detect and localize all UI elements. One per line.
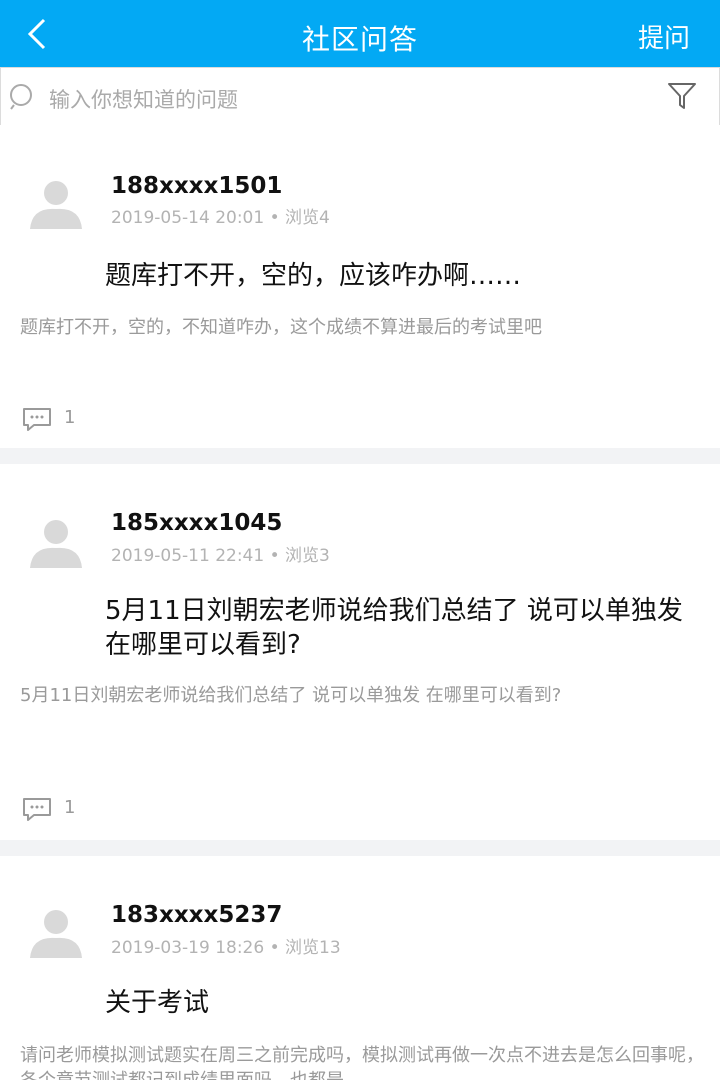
question-title[interactable]: 关于考试 (105, 986, 705, 1020)
avatar-icon (30, 181, 82, 229)
question-title[interactable]: 5月11日刘朝宏老师说给我们总结了 说可以单独发 在哪里可以看到? (105, 594, 705, 662)
post-date: 2019-03-19 18:26 (111, 938, 265, 958)
view-count: 浏览3 (285, 546, 330, 566)
avatar-icon (30, 520, 82, 568)
question-card[interactable]: 185xxxx1045 2019-05-11 22:41 • 浏览3 5月11日… (0, 464, 720, 840)
filter-icon[interactable] (667, 81, 697, 111)
divider (0, 448, 720, 464)
ask-button[interactable]: 提问 (638, 18, 690, 55)
top-bar: 社区问答 提问 (0, 0, 720, 67)
search-icon (10, 84, 32, 110)
comment-count: 1 (64, 407, 76, 428)
question-body: 5月11日刘朝宏老师说给我们总结了 说可以单独发 在哪里可以看到? (20, 685, 562, 706)
user-name: 183xxxx5237 (111, 902, 283, 928)
question-title[interactable]: 题库打不开，空的，应该咋办啊…… (105, 259, 705, 293)
question-body: 请问老师模拟测试题实在周三之前完成吗，模拟测试再做一次点不进去是怎么回事呢，各个… (20, 1045, 704, 1080)
post-meta: 2019-05-14 20:01 • 浏览4 (111, 208, 330, 228)
post-date: 2019-05-11 22:41 (111, 546, 265, 566)
comment-count: 1 (64, 797, 76, 818)
question-card[interactable]: 183xxxx5237 2019-03-19 18:26 • 浏览13 关于考试… (0, 856, 720, 1080)
post-meta: 2019-05-11 22:41 • 浏览3 (111, 546, 330, 566)
comment-icon[interactable] (22, 797, 52, 821)
question-card[interactable]: 188xxxx1501 2019-05-14 20:01 • 浏览4 题库打不开… (0, 125, 720, 448)
user-name: 188xxxx1501 (111, 173, 283, 199)
question-body: 题库打不开，空的，不知道咋办，这个成绩不算进最后的考试里吧 (20, 317, 542, 338)
comment-icon[interactable] (22, 407, 52, 431)
avatar-icon (30, 910, 82, 958)
search-input[interactable]: 输入你想知道的问题 (49, 84, 238, 114)
search-bar[interactable]: 输入你想知道的问题 (0, 67, 720, 126)
post-meta: 2019-03-19 18:26 • 浏览13 (111, 938, 341, 958)
divider (0, 840, 720, 856)
page-title: 社区问答 (301, 23, 418, 56)
view-count: 浏览4 (285, 208, 330, 228)
user-name: 185xxxx1045 (111, 510, 283, 536)
post-date: 2019-05-14 20:01 (111, 208, 265, 228)
view-count: 浏览13 (285, 938, 341, 958)
